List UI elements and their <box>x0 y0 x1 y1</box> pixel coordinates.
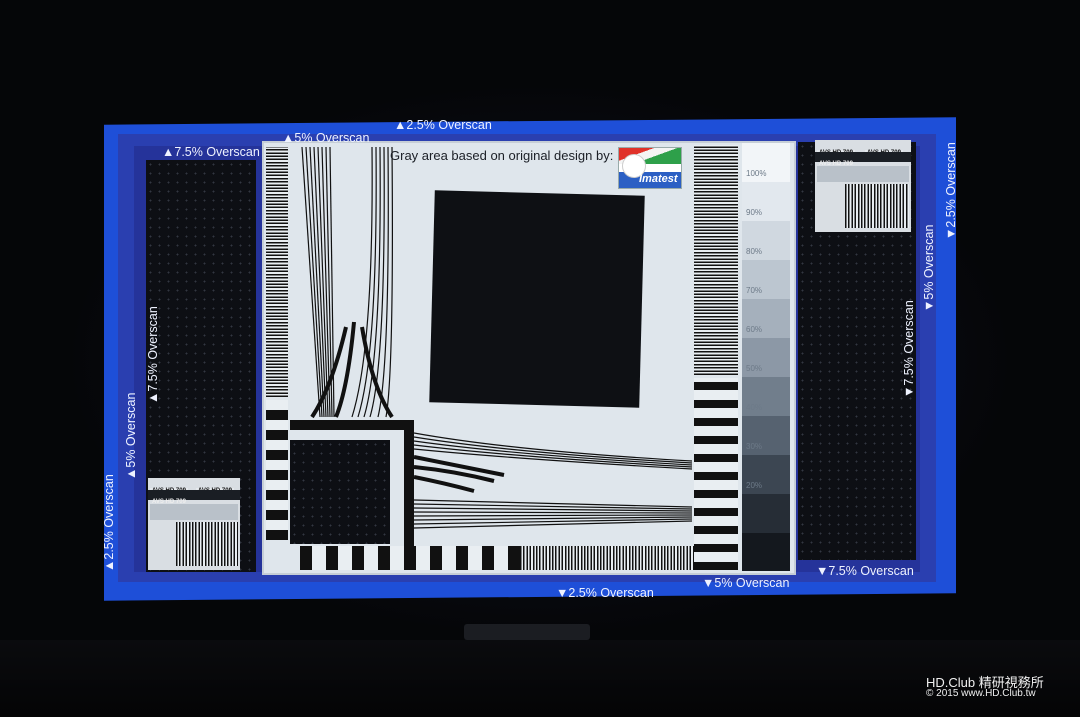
converging-lines-horizontal <box>414 432 693 529</box>
mini-chart-bottom-left: AVS HD 709 AVS HD 709 AVS HD 709 <box>148 478 240 570</box>
left-coarse-blocks <box>266 400 288 540</box>
overscan-label-right-5: ▼5% Overscan <box>922 224 936 312</box>
overscan-label-bottom-2-5: ▼2.5% Overscan <box>556 586 654 600</box>
logo-text: Imatest <box>639 173 678 185</box>
converging-lines-vertical <box>301 147 394 419</box>
gray-step-20: 20% <box>742 455 790 494</box>
overscan-label-bottom-7-5: ▼7.5% Overscan <box>816 564 914 578</box>
gray-step-70: 70% <box>742 260 790 299</box>
mini-chart-stripes <box>845 184 909 228</box>
watermark-line-2: © 2015 www.HD.Club.tw <box>926 688 1036 699</box>
overscan-label-left-2-5: ▲2.5% Overscan <box>102 474 116 572</box>
mini-chart-top-right: AVS HD 709 AVS HD 709 AVS HD 709 <box>815 140 911 232</box>
gray-step-60: 60% <box>742 299 790 338</box>
right-coarse-bars <box>694 378 738 570</box>
gray-step-90: 90% <box>742 182 790 221</box>
gray-step-50: 50% <box>742 338 790 377</box>
gray-step-0 <box>742 533 790 571</box>
l-bar-horizontal <box>290 420 414 430</box>
dark-inset-square <box>290 440 390 544</box>
mini-chart-gray-block <box>150 504 238 520</box>
gray-step-80: 80% <box>742 221 790 260</box>
mini-chart-stripes <box>176 522 238 566</box>
credit-text: Gray area based on original design by: <box>390 148 614 163</box>
gray-step-40: 40% <box>742 377 790 416</box>
overscan-label-right-7-5: ▼7.5% Overscan <box>902 300 916 398</box>
mini-chart-gray-block <box>817 166 909 182</box>
overscan-label-top-7-5: ▲7.5% Overscan <box>162 145 260 159</box>
overscan-label-bottom-5: ▼5% Overscan <box>702 576 790 590</box>
black-square-target <box>429 190 645 408</box>
gray-step-10 <box>742 494 790 533</box>
imatest-logo: Imatest <box>618 147 682 189</box>
left-frequency-stripes <box>266 147 288 397</box>
screen-stand <box>464 624 590 640</box>
right-frequency-stripes <box>694 145 738 375</box>
overscan-label-left-5: ▲5% Overscan <box>124 392 138 480</box>
overscan-label-left-7-5: ▲7.5% Overscan <box>146 306 160 404</box>
overscan-label-right-2-5: ▼2.5% Overscan <box>944 142 958 240</box>
gray-step-30: 30% <box>742 416 790 455</box>
bottom-fine-bars <box>520 546 694 570</box>
l-bar-vertical <box>404 420 414 548</box>
floor-shadow <box>0 640 1080 717</box>
overscan-label-top-5: ▲5% Overscan <box>282 131 370 145</box>
gray-step-100: 100% <box>742 143 790 182</box>
gray-scale-ramp: 100% 90% 80% 70% 60% 50% 40% 30% 20% <box>742 143 790 571</box>
overscan-label-top-2-5: ▲2.5% Overscan <box>394 118 492 132</box>
